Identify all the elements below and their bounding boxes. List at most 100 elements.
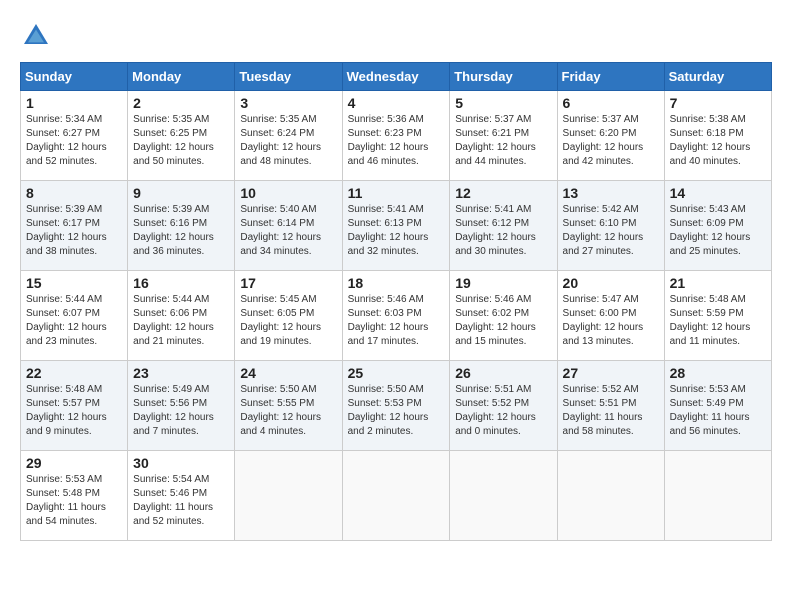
- day-info: Sunrise: 5:40 AMSunset: 6:14 PMDaylight:…: [240, 203, 336, 259]
- day-info: Sunrise: 5:37 AMSunset: 6:20 PMDaylight:…: [563, 113, 659, 169]
- logo-icon: [20, 20, 52, 52]
- weekday-header-cell: Sunday: [21, 63, 128, 91]
- day-info: Sunrise: 5:35 AMSunset: 6:24 PMDaylight:…: [240, 113, 336, 169]
- day-number: 3: [240, 95, 336, 111]
- calendar-day-cell: 22Sunrise: 5:48 AMSunset: 5:57 PMDayligh…: [21, 361, 128, 451]
- calendar-week-row: 29 Sunrise: 5:53 AMSunset: 5:48 PMDayligh…: [21, 451, 772, 541]
- calendar-week-row: 15 Sunrise: 5:44 AMSunset: 6:07 PMDayligh…: [21, 271, 772, 361]
- day-info: Sunrise: 5:47 AMSunset: 6:00 PMDaylight:…: [563, 293, 659, 349]
- day-number: 10: [240, 185, 336, 201]
- day-info: Sunrise: 5:39 AMSunset: 6:17 PMDaylight:…: [26, 203, 122, 259]
- calendar-day-cell: [450, 451, 557, 541]
- day-info: Sunrise: 5:44 AMSunset: 6:07 PMDaylight:…: [26, 293, 122, 349]
- calendar-day-cell: [664, 451, 771, 541]
- day-info: Sunrise: 5:53 AMSunset: 5:49 PMDaylight:…: [670, 383, 766, 439]
- calendar-day-cell: 28Sunrise: 5:53 AMSunset: 5:49 PMDayligh…: [664, 361, 771, 451]
- day-number: 1: [26, 95, 122, 111]
- calendar-day-cell: 4 Sunrise: 5:36 AMSunset: 6:23 PMDaylight…: [342, 91, 450, 181]
- day-info: Sunrise: 5:36 AMSunset: 6:23 PMDaylight:…: [348, 113, 445, 169]
- weekday-header-cell: Monday: [128, 63, 235, 91]
- day-number: 16: [133, 275, 229, 291]
- day-number: 27: [563, 365, 659, 381]
- calendar-day-cell: 25 Sunrise: 5:50 AMSunset: 5:53 PMDayligh…: [342, 361, 450, 451]
- day-number: 23: [133, 365, 229, 381]
- weekday-header-cell: Tuesday: [235, 63, 342, 91]
- day-info: Sunrise: 5:41 AMSunset: 6:12 PMDaylight:…: [455, 203, 551, 259]
- calendar-day-cell: 5 Sunrise: 5:37 AMSunset: 6:21 PMDaylight…: [450, 91, 557, 181]
- calendar-day-cell: 20 Sunrise: 5:47 AMSunset: 6:00 PMDayligh…: [557, 271, 664, 361]
- day-number: 26: [455, 365, 551, 381]
- day-number: 21: [670, 275, 766, 291]
- day-info: Sunrise: 5:39 AMSunset: 6:16 PMDaylight:…: [133, 203, 229, 259]
- calendar-day-cell: 1 Sunrise: 5:34 AMSunset: 6:27 PMDaylight…: [21, 91, 128, 181]
- day-number: 2: [133, 95, 229, 111]
- day-number: 20: [563, 275, 659, 291]
- day-number: 14: [670, 185, 766, 201]
- calendar-day-cell: 26 Sunrise: 5:51 AMSunset: 5:52 PMDayligh…: [450, 361, 557, 451]
- calendar-day-cell: 12 Sunrise: 5:41 AMSunset: 6:12 PMDayligh…: [450, 181, 557, 271]
- day-number: 8: [26, 185, 122, 201]
- day-number: 22: [26, 365, 122, 381]
- day-info: Sunrise: 5:49 AMSunset: 5:56 PMDaylight:…: [133, 383, 229, 439]
- weekday-header-cell: Saturday: [664, 63, 771, 91]
- day-info: Sunrise: 5:53 AMSunset: 5:48 PMDaylight:…: [26, 473, 122, 529]
- day-info: Sunrise: 5:46 AMSunset: 6:03 PMDaylight:…: [348, 293, 445, 349]
- calendar-day-cell: 14 Sunrise: 5:43 AMSunset: 6:09 PMDayligh…: [664, 181, 771, 271]
- day-info: Sunrise: 5:35 AMSunset: 6:25 PMDaylight:…: [133, 113, 229, 169]
- day-number: 25: [348, 365, 445, 381]
- day-number: 18: [348, 275, 445, 291]
- day-number: 12: [455, 185, 551, 201]
- day-info: Sunrise: 5:42 AMSunset: 6:10 PMDaylight:…: [563, 203, 659, 259]
- calendar-body: 1 Sunrise: 5:34 AMSunset: 6:27 PMDaylight…: [21, 91, 772, 541]
- weekday-header-cell: Friday: [557, 63, 664, 91]
- calendar-day-cell: 29 Sunrise: 5:53 AMSunset: 5:48 PMDayligh…: [21, 451, 128, 541]
- calendar-day-cell: 19 Sunrise: 5:46 AMSunset: 6:02 PMDayligh…: [450, 271, 557, 361]
- day-number: 7: [670, 95, 766, 111]
- day-info: Sunrise: 5:41 AMSunset: 6:13 PMDaylight:…: [348, 203, 445, 259]
- calendar-table: SundayMondayTuesdayWednesdayThursdayFrid…: [20, 62, 772, 541]
- day-info: Sunrise: 5:50 AMSunset: 5:53 PMDaylight:…: [348, 383, 445, 439]
- day-info: Sunrise: 5:51 AMSunset: 5:52 PMDaylight:…: [455, 383, 551, 439]
- day-number: 19: [455, 275, 551, 291]
- day-info: Sunrise: 5:37 AMSunset: 6:21 PMDaylight:…: [455, 113, 551, 169]
- day-number: 17: [240, 275, 336, 291]
- day-info: Sunrise: 5:48 AMSunset: 5:59 PMDaylight:…: [670, 293, 766, 349]
- day-info: Sunrise: 5:46 AMSunset: 6:02 PMDaylight:…: [455, 293, 551, 349]
- calendar-day-cell: 18 Sunrise: 5:46 AMSunset: 6:03 PMDayligh…: [342, 271, 450, 361]
- calendar-day-cell: 15 Sunrise: 5:44 AMSunset: 6:07 PMDayligh…: [21, 271, 128, 361]
- calendar-day-cell: 30Sunrise: 5:54 AMSunset: 5:46 PMDayligh…: [128, 451, 235, 541]
- day-info: Sunrise: 5:52 AMSunset: 5:51 PMDaylight:…: [563, 383, 659, 439]
- day-number: 24: [240, 365, 336, 381]
- calendar-day-cell: 7Sunrise: 5:38 AMSunset: 6:18 PMDaylight…: [664, 91, 771, 181]
- day-number: 6: [563, 95, 659, 111]
- weekday-header-row: SundayMondayTuesdayWednesdayThursdayFrid…: [21, 63, 772, 91]
- calendar-day-cell: 11 Sunrise: 5:41 AMSunset: 6:13 PMDayligh…: [342, 181, 450, 271]
- weekday-header-cell: Wednesday: [342, 63, 450, 91]
- calendar-day-cell: 27 Sunrise: 5:52 AMSunset: 5:51 PMDayligh…: [557, 361, 664, 451]
- calendar-day-cell: 24 Sunrise: 5:50 AMSunset: 5:55 PMDayligh…: [235, 361, 342, 451]
- day-number: 29: [26, 455, 122, 471]
- calendar-day-cell: 2 Sunrise: 5:35 AMSunset: 6:25 PMDaylight…: [128, 91, 235, 181]
- day-number: 13: [563, 185, 659, 201]
- calendar-day-cell: [557, 451, 664, 541]
- day-info: Sunrise: 5:54 AMSunset: 5:46 PMDaylight:…: [133, 473, 229, 529]
- calendar-day-cell: 21 Sunrise: 5:48 AMSunset: 5:59 PMDayligh…: [664, 271, 771, 361]
- calendar-day-cell: 9 Sunrise: 5:39 AMSunset: 6:16 PMDaylight…: [128, 181, 235, 271]
- calendar-week-row: 22Sunrise: 5:48 AMSunset: 5:57 PMDayligh…: [21, 361, 772, 451]
- weekday-header-cell: Thursday: [450, 63, 557, 91]
- day-info: Sunrise: 5:34 AMSunset: 6:27 PMDaylight:…: [26, 113, 122, 169]
- day-info: Sunrise: 5:43 AMSunset: 6:09 PMDaylight:…: [670, 203, 766, 259]
- calendar-day-cell: 16Sunrise: 5:44 AMSunset: 6:06 PMDayligh…: [128, 271, 235, 361]
- day-info: Sunrise: 5:50 AMSunset: 5:55 PMDaylight:…: [240, 383, 336, 439]
- calendar-day-cell: 13 Sunrise: 5:42 AMSunset: 6:10 PMDayligh…: [557, 181, 664, 271]
- day-number: 11: [348, 185, 445, 201]
- day-number: 15: [26, 275, 122, 291]
- day-number: 9: [133, 185, 229, 201]
- calendar-day-cell: 17Sunrise: 5:45 AMSunset: 6:05 PMDayligh…: [235, 271, 342, 361]
- calendar-day-cell: 10 Sunrise: 5:40 AMSunset: 6:14 PMDayligh…: [235, 181, 342, 271]
- day-number: 4: [348, 95, 445, 111]
- calendar-day-cell: [342, 451, 450, 541]
- page-header: [20, 20, 772, 52]
- calendar-day-cell: [235, 451, 342, 541]
- day-number: 5: [455, 95, 551, 111]
